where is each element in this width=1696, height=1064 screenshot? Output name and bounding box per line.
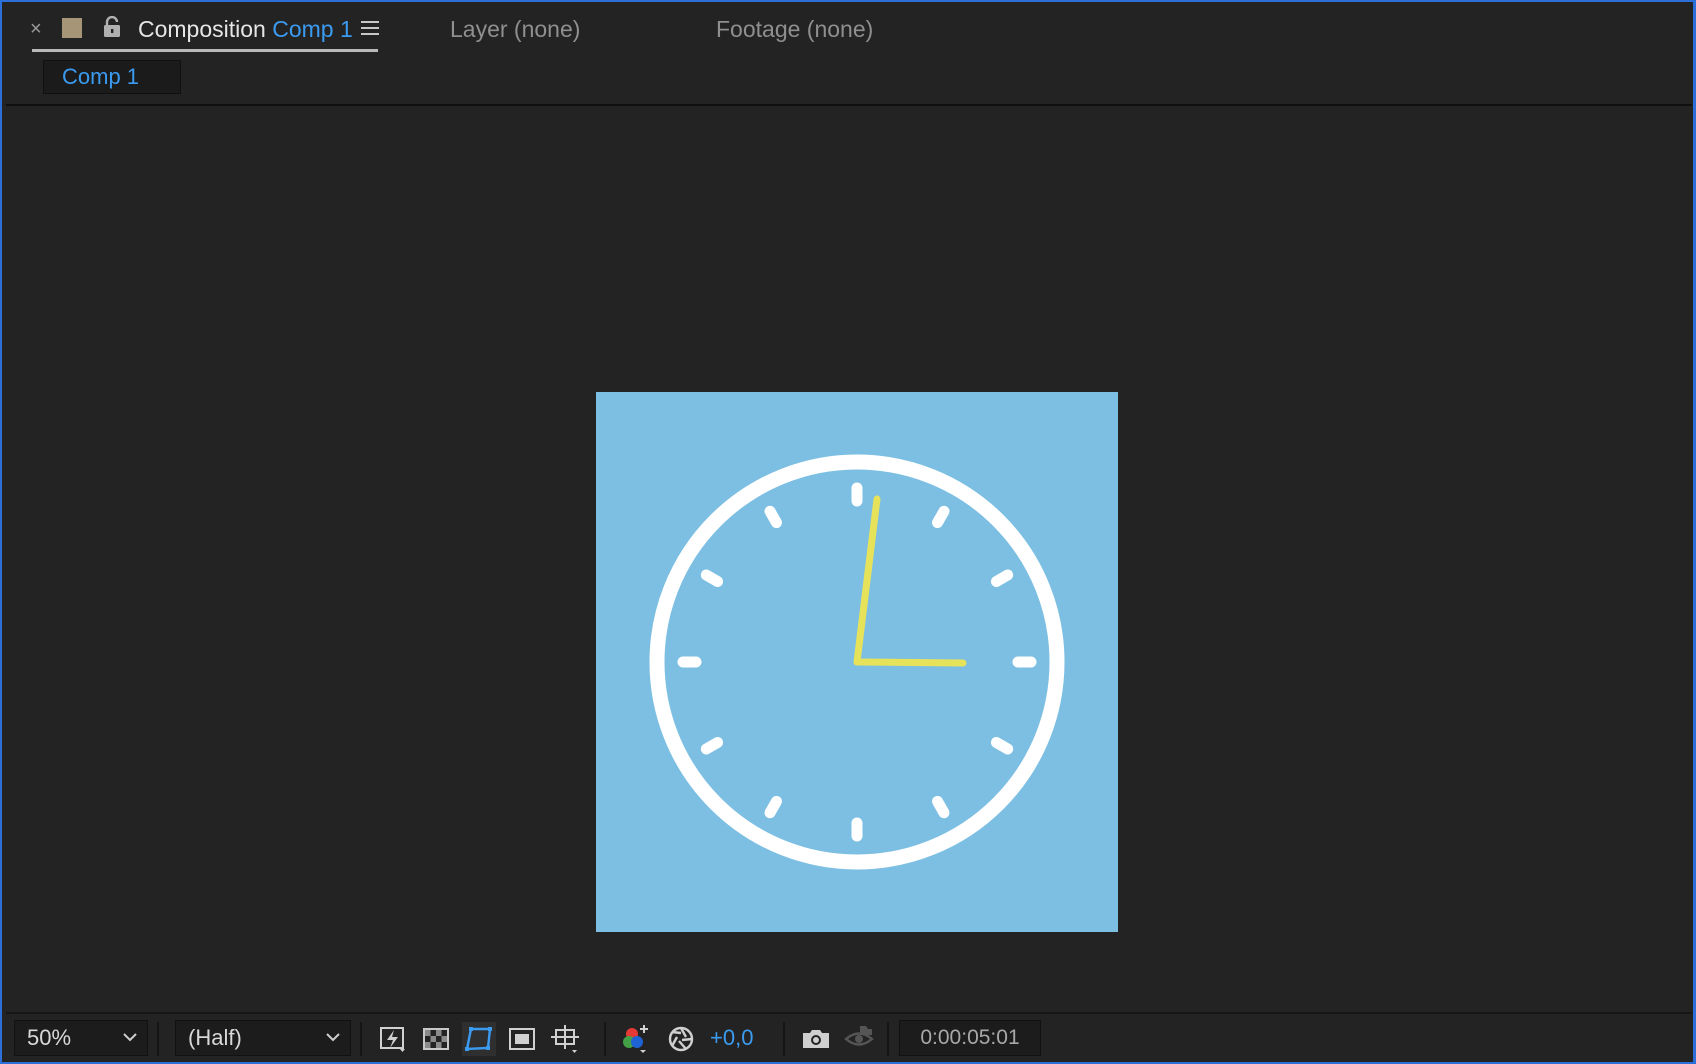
toolbar-divider [887,1022,889,1056]
region-of-interest-icon[interactable] [505,1022,539,1056]
exposure-value[interactable]: +0,0 [710,1025,753,1051]
snapshot-icon[interactable] [799,1022,833,1056]
hour-hand [853,658,967,667]
transparency-grid-icon[interactable] [419,1022,453,1056]
mask-visibility-icon[interactable] [462,1022,496,1056]
clock-tick [700,569,724,587]
clock-tick [990,569,1014,587]
toolbar-divider [157,1022,159,1056]
tab-layer[interactable]: Layer (none) [450,16,580,43]
magnification-value: 50% [27,1025,72,1050]
clock-tick [932,505,950,529]
tab-composition[interactable]: Composition Comp 1 [138,16,353,43]
toolbar-divider [360,1022,362,1056]
clock-tick [932,795,950,819]
chevron-down-icon [326,1033,340,1042]
lock-icon[interactable] [102,15,122,43]
tab-composition-prefix: Composition [138,16,266,42]
fast-previews-icon[interactable] [376,1022,410,1056]
composition-canvas[interactable] [596,392,1118,932]
clock-tick [700,737,724,755]
close-icon[interactable]: × [30,19,42,39]
color-channels-icon[interactable] [620,1022,654,1056]
current-time-display[interactable]: 0:00:05:01 [899,1020,1041,1056]
tab-footage[interactable]: Footage (none) [716,16,873,43]
magnification-dropdown[interactable]: 50% [14,1020,148,1056]
reset-exposure-icon[interactable] [664,1022,698,1056]
viewer-toolbar: 50% (Half) +0,0 0:00:05:01 [6,1012,1692,1064]
composition-navigator: Comp 1 [6,58,1692,106]
composition-viewer[interactable] [6,106,1692,1012]
resolution-value: (Half) [188,1025,242,1050]
chevron-down-icon [123,1033,137,1042]
toolbar-divider [783,1022,785,1056]
panel-tab-bar: × Composition Comp 1 Layer (none) Footag… [6,2,1692,58]
breadcrumb-comp[interactable]: Comp 1 [43,60,181,94]
composition-swatch-icon [62,18,82,38]
resolution-dropdown[interactable]: (Half) [175,1020,351,1056]
tab-composition-name: Comp 1 [272,16,353,42]
clock-tick [990,737,1014,755]
panel-menu-icon[interactable] [361,20,379,41]
clock-tick [764,795,782,819]
toolbar-divider [604,1022,606,1056]
guides-grids-icon[interactable] [548,1022,582,1056]
clock-tick [764,505,782,529]
active-tab-indicator [32,49,378,52]
show-snapshot-icon[interactable] [842,1022,876,1056]
